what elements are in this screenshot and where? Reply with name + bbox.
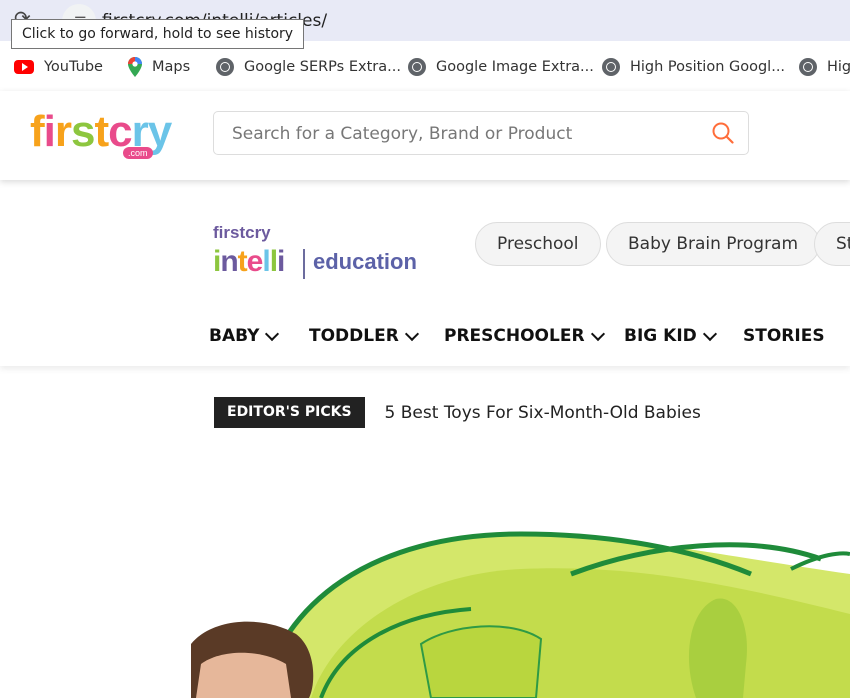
nav-label: BABY <box>209 326 260 346</box>
chevron-down-icon <box>590 326 605 341</box>
nav-label: STORIES <box>743 326 825 346</box>
search-icon[interactable] <box>712 122 734 144</box>
site-header: firstcry .com <box>0 91 850 180</box>
globe-icon <box>408 58 426 76</box>
editors-picks-bar: EDITOR'S PICKS 5 Best Toys For Six-Month… <box>214 397 701 428</box>
bookmark-high-position[interactable]: High Position Googl... <box>602 57 785 77</box>
pill-st[interactable]: St <box>814 222 850 266</box>
chevron-down-icon <box>404 326 419 341</box>
bookmark-label: YouTube <box>44 59 103 75</box>
bookmark-label: Google SERPs Extra... <box>244 59 401 75</box>
nav-toddler[interactable]: TODDLER <box>309 326 419 346</box>
editors-picks-headline[interactable]: 5 Best Toys For Six-Month-Old Babies <box>385 403 701 423</box>
maps-icon <box>128 57 142 77</box>
nav-label: TODDLER <box>309 326 399 346</box>
play-tunnel-illustration <box>191 531 850 698</box>
intelli-education-logo[interactable]: firstcry intelli education <box>213 223 423 283</box>
globe-icon <box>216 58 234 76</box>
bookmark-google-serps[interactable]: Google SERPs Extra... <box>216 57 401 77</box>
globe-icon <box>602 58 620 76</box>
intelli-section: firstcry intelli education Preschool Bab… <box>0 180 850 366</box>
category-nav: BABY TODDLER PRESCHOOLER BIG KID STORIES <box>0 326 850 350</box>
nav-label: PRESCHOOLER <box>444 326 585 346</box>
hero-image[interactable] <box>191 514 850 698</box>
bookmark-google-image[interactable]: Google Image Extra... <box>408 57 594 77</box>
intelli-logo-top: firstcry <box>213 223 271 242</box>
bookmark-label: High Position Googl... <box>630 59 786 75</box>
search-input[interactable] <box>230 122 704 146</box>
search-box <box>213 111 749 155</box>
firstcry-logo[interactable]: firstcry .com <box>30 107 176 163</box>
bookmark-label: Hig <box>827 59 850 75</box>
bookmark-maps[interactable]: Maps <box>128 57 190 77</box>
intelli-logo-sub: education <box>313 249 417 274</box>
bookmark-hig[interactable]: Hig <box>799 57 850 77</box>
editors-picks-badge: EDITOR'S PICKS <box>214 397 365 428</box>
pill-baby-brain-program[interactable]: Baby Brain Program <box>606 222 821 266</box>
logo-domain: .com <box>123 147 153 159</box>
intelli-logo-main: intelli <box>213 245 285 278</box>
bookmark-youtube[interactable]: YouTube <box>14 57 103 77</box>
chevron-down-icon <box>265 326 280 341</box>
bookmark-label: Google Image Extra... <box>436 59 594 75</box>
forward-tooltip: Click to go forward, hold to see history <box>11 19 305 49</box>
globe-icon <box>799 58 817 76</box>
nav-stories[interactable]: STORIES <box>743 326 825 346</box>
nav-preschooler[interactable]: PRESCHOOLER <box>444 326 605 346</box>
nav-label: BIG KID <box>624 326 697 346</box>
chevron-down-icon <box>702 326 717 341</box>
bookmark-label: Maps <box>152 59 191 75</box>
youtube-icon <box>14 60 34 74</box>
logo-divider <box>303 249 305 279</box>
nav-baby[interactable]: BABY <box>209 326 280 346</box>
pill-preschool[interactable]: Preschool <box>475 222 601 266</box>
nav-big-kid[interactable]: BIG KID <box>624 326 717 346</box>
